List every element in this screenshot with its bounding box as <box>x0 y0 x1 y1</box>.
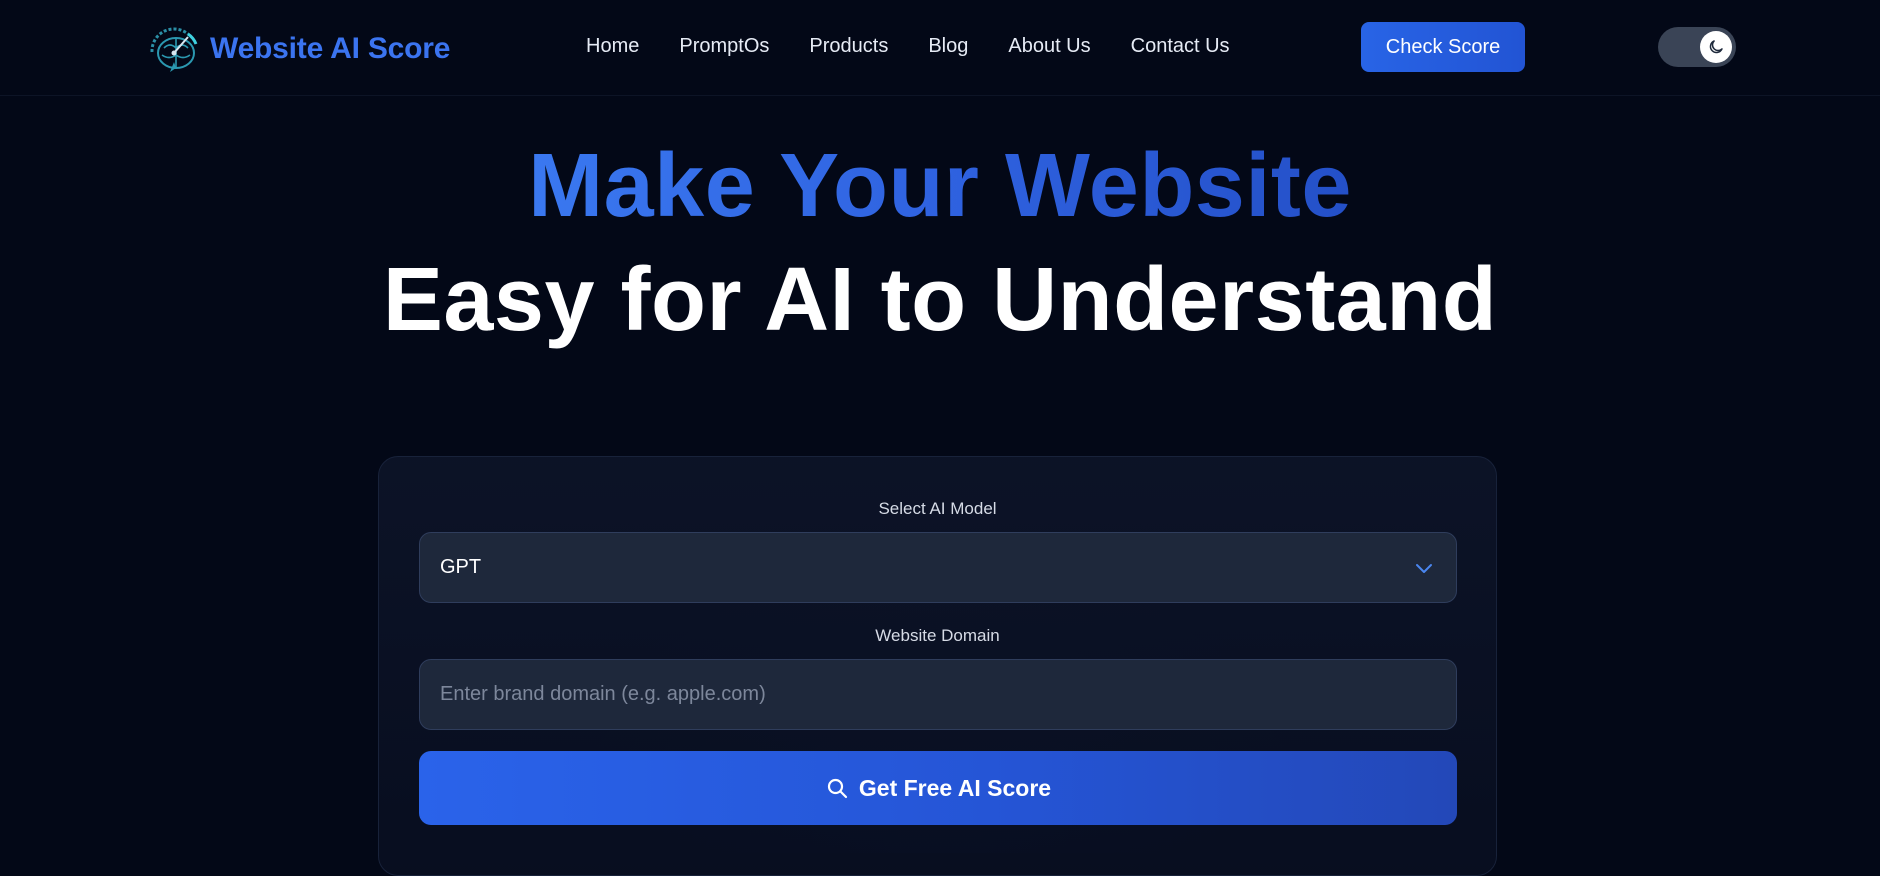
toggle-knob <box>1700 31 1732 63</box>
brand-name: Website AI Score <box>210 32 451 65</box>
hero-headline-main: Easy for AI to Understand <box>382 250 1498 350</box>
nav-about-us[interactable]: About Us <box>1008 34 1090 58</box>
hero-headline-accent: Make Your Website <box>528 136 1352 236</box>
model-select-value: GPT <box>440 556 482 578</box>
brain-gauge-icon <box>150 27 198 72</box>
get-score-label: Get Free AI Score <box>858 774 1052 801</box>
logo-link[interactable]: Website AI Score <box>144 22 450 76</box>
domain-label: Website Domain <box>875 626 1000 645</box>
nav-products[interactable]: Products <box>809 34 888 58</box>
model-select[interactable]: GPT <box>419 532 1457 603</box>
nav-promptos[interactable]: PromptOs <box>679 34 769 58</box>
nav-home[interactable]: Home <box>586 34 639 58</box>
domain-input[interactable] <box>419 659 1457 730</box>
main-nav: Home PromptOs Products Blog About Us Con… <box>586 34 1230 58</box>
nav-contact-us[interactable]: Contact Us <box>1131 34 1230 58</box>
search-icon <box>827 778 848 799</box>
nav-blog[interactable]: Blog <box>928 34 968 58</box>
moon-icon <box>1709 40 1723 54</box>
check-score-button[interactable]: Check Score <box>1361 22 1525 72</box>
navbar: Website AI Score Home PromptOs Products … <box>0 0 1880 96</box>
get-score-button[interactable]: Get Free AI Score <box>419 751 1457 825</box>
theme-toggle[interactable] <box>1658 27 1736 67</box>
chevron-down-icon <box>1416 564 1432 573</box>
model-label: Select AI Model <box>878 499 997 518</box>
score-form-card: Select AI Model GPT Website Domain Get F… <box>378 456 1497 876</box>
